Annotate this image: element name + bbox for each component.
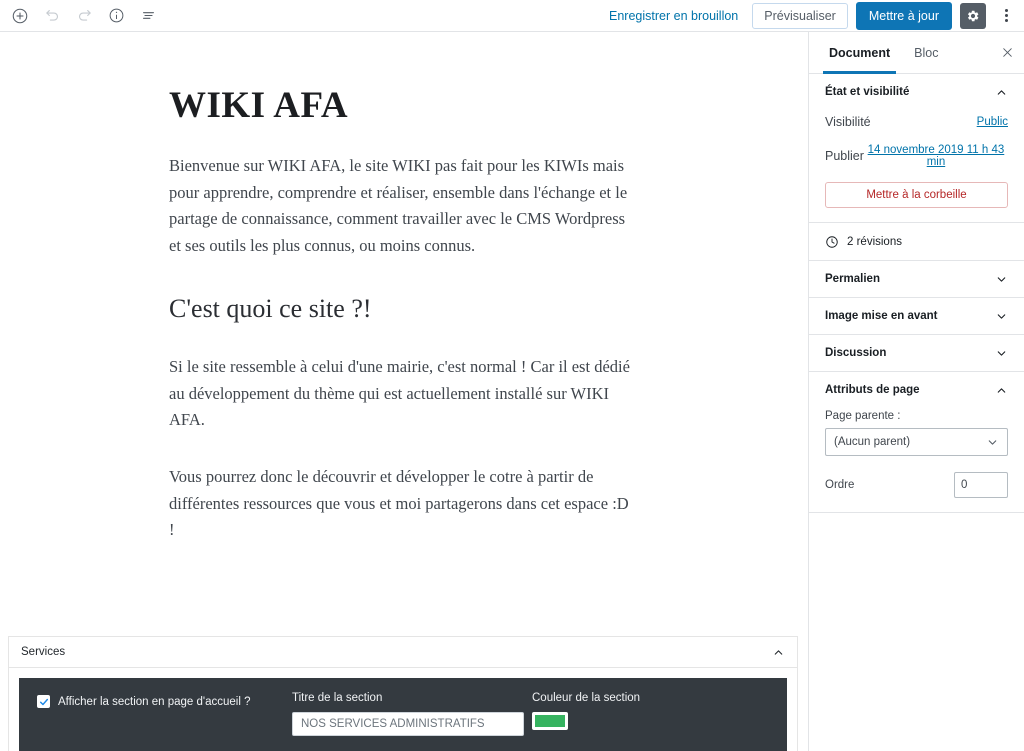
services-metabox-header[interactable]: Services [9,637,797,668]
parent-page-select[interactable]: (Aucun parent) [825,428,1008,456]
preview-button[interactable]: Prévisualiser [752,2,848,29]
revisions-label: 2 révisions [847,235,902,248]
discussion-title: Discussion [825,347,887,359]
page-attributes-body: Page parente : (Aucun parent) Ordre [809,408,1024,512]
toolbar-left-group [0,1,164,31]
services-metabox: Services Afficher la section en page d'a… [8,636,798,751]
parent-page-label: Page parente : [825,410,901,422]
section-color-field: Couleur de la section [532,692,712,735]
update-button[interactable]: Mettre à jour [855,1,952,30]
editor-top-toolbar: Enregistrer en brouillon Prévisualiser M… [0,0,1024,32]
history-clock-icon [825,235,839,249]
featured-image-panel: Image mise en avant [809,298,1024,335]
section-color-swatch-button[interactable] [532,712,568,730]
kebab-dots [1004,9,1008,22]
publish-label: Publier [825,149,864,163]
featured-image-title: Image mise en avant [825,310,938,322]
chevron-down-icon[interactable] [995,273,1008,286]
status-visibility-panel: État et visibilité Visibilité Public Pub… [809,74,1024,223]
services-settings-panel: Afficher la section en page d'accueil ? … [19,678,787,751]
permalink-header[interactable]: Permalien [809,261,1024,297]
settings-gear-icon[interactable] [960,2,986,29]
save-draft-button[interactable]: Enregistrer en brouillon [603,5,744,27]
section-title-input[interactable] [292,712,524,736]
parent-page-value: (Aucun parent) [834,436,911,448]
sidebar-tabs: Document Bloc [809,32,1024,74]
visibility-value-button[interactable]: Public [977,116,1008,128]
wordpress-block-editor: Enregistrer en brouillon Prévisualiser M… [0,0,1024,751]
publish-row: Publier 14 novembre 2019 11 h 43 min [825,144,1008,168]
page-attributes-panel: Attributs de page Page parente : (Aucun … [809,372,1024,513]
revisions-row[interactable]: 2 révisions [809,223,1024,261]
more-options-icon[interactable] [994,3,1018,29]
close-icon[interactable] [990,32,1024,73]
page-attributes-title: Attributs de page [825,384,920,396]
order-input[interactable] [954,472,1008,498]
section-color-swatch [535,715,565,727]
post-content-wrapper: WIKI AFA Bienvenue sur WIKI AFA, le site… [0,32,808,544]
chevron-down-icon[interactable] [995,310,1008,323]
permalink-title: Permalien [825,273,880,285]
permalink-panel: Permalien [809,261,1024,298]
toolbar-right-group: Enregistrer en brouillon Prévisualiser M… [603,1,1024,30]
chevron-up-icon[interactable] [995,384,1008,397]
services-metabox-body: Afficher la section en page d'accueil ? … [9,668,797,751]
discussion-panel: Discussion [809,335,1024,372]
add-block-icon[interactable] [4,1,36,31]
visibility-label: Visibilité [825,115,871,129]
show-on-home-checkbox[interactable] [37,695,50,708]
paragraph-block-2[interactable]: Si le site ressemble à celui d'une mairi… [169,354,631,434]
visibility-row: Visibilité Public [825,112,1008,132]
info-icon[interactable] [100,1,132,31]
show-on-home-field: Afficher la section en page d'accueil ? [37,692,292,708]
section-title-field: Titre de la section [292,692,532,736]
featured-image-header[interactable]: Image mise en avant [809,298,1024,334]
undo-icon[interactable] [36,1,68,31]
post-blocks: Bienvenue sur WIKI AFA, le site WIKI pas… [169,153,631,544]
section-title-label: Titre de la section [292,692,383,704]
page-attributes-header[interactable]: Attributs de page [809,372,1024,408]
chevron-up-icon[interactable] [772,646,785,659]
editor-canvas[interactable]: WIKI AFA Bienvenue sur WIKI AFA, le site… [0,32,808,629]
show-on-home-row[interactable]: Afficher la section en page d'accueil ? [37,695,292,708]
tab-block[interactable]: Bloc [902,32,950,73]
services-metabox-title: Services [21,646,66,658]
chevron-up-icon[interactable] [995,86,1008,99]
order-row: Ordre [825,472,1008,498]
publish-date-button[interactable]: 14 novembre 2019 11 h 43 min [864,144,1008,168]
paragraph-block-1[interactable]: Bienvenue sur WIKI AFA, le site WIKI pas… [169,153,631,260]
status-visibility-body: Visibilité Public Publier 14 novembre 20… [809,110,1024,222]
paragraph-block-3[interactable]: Vous pourrez donc le découvrir et dévelo… [169,464,631,544]
section-color-label: Couleur de la section [532,692,641,704]
redo-icon[interactable] [68,1,100,31]
chevron-down-icon[interactable] [995,347,1008,360]
chevron-down-icon [986,436,999,449]
list-view-icon[interactable] [132,1,164,31]
status-visibility-header[interactable]: État et visibilité [809,74,1024,110]
heading-block-1[interactable]: C'est quoi ce site ?! [169,294,631,324]
document-settings-sidebar: Document Bloc État et visibilité Visibil… [808,32,1024,751]
move-to-trash-button[interactable]: Mettre à la corbeille [825,182,1008,208]
discussion-header[interactable]: Discussion [809,335,1024,371]
tab-document[interactable]: Document [817,32,902,74]
status-visibility-title: État et visibilité [825,86,910,98]
show-on-home-label: Afficher la section en page d'accueil ? [58,695,251,708]
order-label: Ordre [825,479,855,491]
post-title[interactable]: WIKI AFA [169,84,808,127]
